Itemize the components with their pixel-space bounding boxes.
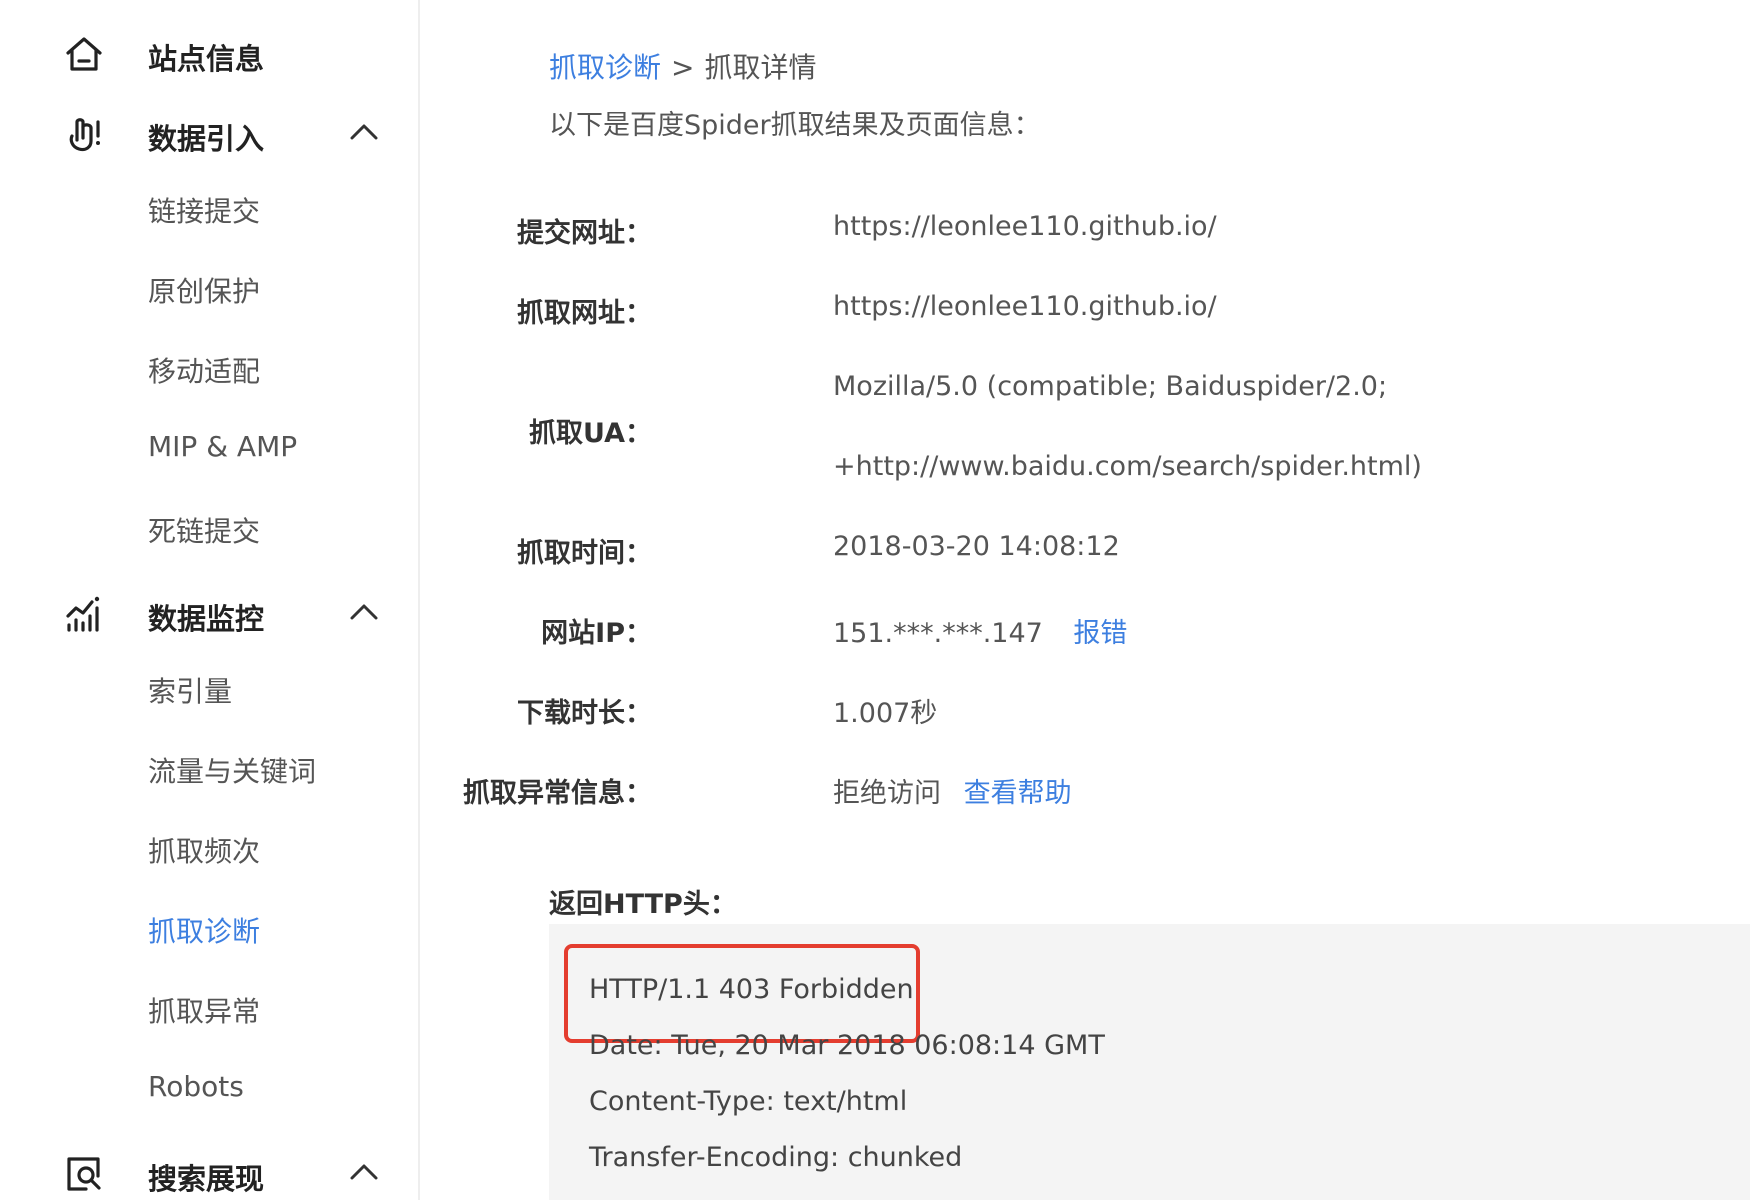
sidebar-group-data-monitor[interactable]: 数据监控 <box>0 582 418 642</box>
submit-url-label: 提交网址： <box>517 218 652 249</box>
chevron-up-icon[interactable] <box>348 120 380 144</box>
hand-upload-icon <box>69 118 100 152</box>
crawl-error-value: 拒绝访问 <box>833 778 941 809</box>
sidebar-item-traffic-keywords[interactable]: 流量与关键词 <box>148 750 316 790</box>
main-content: 抓取诊断 > 抓取详情 以下是百度Spider抓取结果及页面信息： 提交网址： ht… <box>420 0 1750 1200</box>
sidebar-item-crawl-frequency[interactable]: 抓取频次 <box>148 830 260 870</box>
http-header-line: Date: Tue, 20 Mar 2018 06:08:14 GMT <box>589 1030 1105 1061</box>
download-time-value: 1.007秒 <box>833 698 938 729</box>
sidebar-item-original-protection[interactable]: 原创保护 <box>148 270 260 310</box>
sidebar-item-mip-amp[interactable]: MIP & AMP <box>148 430 297 463</box>
sidebar-group-label: 数据引入 <box>148 122 265 156</box>
site-ip-label: 网站IP： <box>541 618 652 649</box>
sidebar-group-data-import[interactable]: 数据引入 <box>0 102 418 162</box>
submit-url-value: https://leonlee110.github.io/ <box>833 211 1217 242</box>
sidebar-group-label: 数据监控 <box>148 602 265 636</box>
sidebar-group-label: 搜索展现 <box>148 1162 265 1196</box>
sidebar-group-site-info[interactable]: 站点信息 <box>0 22 418 82</box>
sidebar-group-search-display[interactable]: 搜索展现 <box>0 1142 418 1200</box>
crawl-ua-value-line2: +http://www.baidu.com/search/spider.html… <box>833 451 1422 482</box>
breadcrumb-current: 抓取详情 <box>704 51 817 84</box>
sidebar-item-robots[interactable]: Robots <box>148 1070 244 1103</box>
home-icon <box>66 37 102 71</box>
search-display-icon <box>67 1157 101 1191</box>
http-header-line: Content-Type: text/html <box>589 1086 908 1117</box>
http-status-line: HTTP/1.1 403 Forbidden <box>589 974 914 1005</box>
chevron-up-icon[interactable] <box>348 1160 380 1184</box>
sidebar-item-crawl-errors[interactable]: 抓取异常 <box>148 990 260 1030</box>
http-headers-title: 返回HTTP头： <box>549 889 737 920</box>
download-time-label: 下载时长： <box>517 698 652 729</box>
sidebar: 站点信息 数据引入 链接提交 原创保护 移动适配 MIP & AMP 死链提交 … <box>0 0 420 1200</box>
crawl-url-label: 抓取网址： <box>517 298 652 329</box>
sidebar-group-label: 站点信息 <box>148 42 265 76</box>
breadcrumb-separator: > <box>671 51 695 84</box>
sidebar-item-index-volume[interactable]: 索引量 <box>148 670 232 710</box>
crawl-error-label: 抓取异常信息： <box>463 778 652 809</box>
site-ip-value: 151.***.***.147 <box>833 618 1043 649</box>
report-error-link[interactable]: 报错 <box>1073 618 1127 649</box>
crawl-url-value: https://leonlee110.github.io/ <box>833 291 1217 322</box>
site-ip-row: 151.***.***.147 报错 <box>833 611 1127 650</box>
sidebar-item-dead-link[interactable]: 死链提交 <box>148 510 260 550</box>
crawl-ua-value-line1: Mozilla/5.0 (compatible; Baiduspider/2.0… <box>833 371 1388 402</box>
http-header-line: Transfer-Encoding: chunked <box>589 1142 963 1173</box>
chevron-up-icon[interactable] <box>348 600 380 624</box>
sidebar-item-mobile-adapt[interactable]: 移动适配 <box>148 350 260 390</box>
crawl-error-row: 拒绝访问 查看帮助 <box>833 771 1072 810</box>
crawl-time-label: 抓取时间： <box>517 538 652 569</box>
view-help-link[interactable]: 查看帮助 <box>964 778 1072 809</box>
page-intro: 以下是百度Spider抓取结果及页面信息： <box>549 110 1041 141</box>
crawl-ua-label: 抓取UA： <box>529 418 652 449</box>
sidebar-item-crawl-diagnosis[interactable]: 抓取诊断 <box>148 910 260 950</box>
breadcrumb-link-crawl-diagnosis[interactable]: 抓取诊断 <box>549 51 661 84</box>
sidebar-item-link-submit[interactable]: 链接提交 <box>148 190 260 230</box>
breadcrumb: 抓取诊断 > 抓取详情 <box>549 46 817 86</box>
chart-monitor-icon <box>66 596 100 632</box>
http-headers-box: HTTP/1.1 403 Forbidden Date: Tue, 20 Mar… <box>549 924 1750 1200</box>
crawl-time-value: 2018-03-20 14:08:12 <box>833 531 1120 562</box>
